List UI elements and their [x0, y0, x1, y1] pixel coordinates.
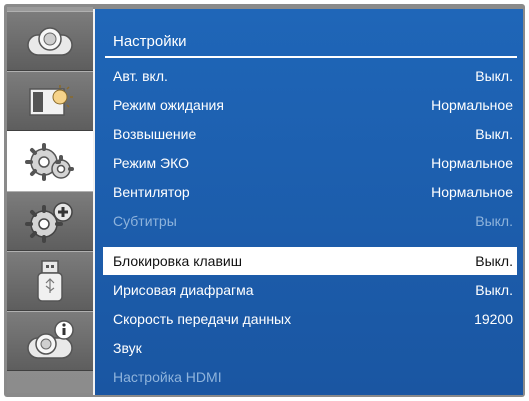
display-adjust-icon [29, 85, 73, 116]
menu-item-label: Ирисовая диафрагма [113, 282, 254, 298]
menu-item-label: Субтитры [113, 213, 177, 229]
menu-item-label: Звук [113, 340, 142, 356]
menu-item-label: Авт. вкл. [113, 68, 168, 84]
menu-item-baud-rate[interactable]: Скорость передачи данных 19200 [103, 305, 517, 333]
menu-item-fan[interactable]: Вентилятор Нормальное [103, 178, 517, 206]
tab-information[interactable] [7, 311, 93, 371]
menu-item-value: Нормальное [431, 184, 513, 200]
menu-item-eco-mode[interactable]: Режим ЭКО Нормальное [103, 149, 517, 177]
menu-item-label: Блокировка клавиш [113, 253, 242, 269]
title-divider [105, 56, 517, 58]
menu-item-label: Скорость передачи данных [113, 311, 292, 327]
menu-item-label: Возвышение [113, 126, 197, 142]
menu-item-label: Режим ЭКО [113, 155, 190, 171]
menu-title: Настройки [113, 33, 187, 50]
menu-item-standby-mode[interactable]: Режим ожидания Нормальное [103, 91, 517, 119]
menu-item-value: Выкл. [475, 213, 513, 229]
settings-menu-panel: Настройки Авт. вкл. Выкл. Режим ожидания… [93, 9, 523, 395]
usb-icon [37, 260, 63, 302]
tab-extended-settings[interactable] [7, 191, 93, 251]
menu-item-label: Настройка HDMI [113, 369, 222, 385]
tab-image[interactable] [7, 11, 93, 71]
menu-item-value: 19200 [474, 311, 513, 327]
menu-item-subtitles: Субтитры Выкл. [103, 207, 517, 235]
menu-item-auto-power-on[interactable]: Авт. вкл. Выкл. [103, 62, 517, 90]
menu-item-high-altitude[interactable]: Возвышение Выкл. [103, 120, 517, 148]
menu-item-value: Нормальное [431, 97, 513, 113]
menu-item-key-lock[interactable]: Блокировка клавиш Выкл. [103, 247, 517, 275]
tab-settings[interactable] [7, 131, 93, 191]
menu-item-value: Выкл. [475, 68, 513, 84]
menu-item-value: Нормальное [431, 155, 513, 171]
menu-item-hdmi-setup: Настройка HDMI [103, 363, 517, 391]
projector-icon [27, 27, 73, 56]
tab-display[interactable] [7, 71, 93, 131]
tab-usb[interactable] [7, 251, 93, 311]
menu-item-label: Вентилятор [113, 184, 190, 200]
menu-item-iris[interactable]: Ирисовая диафрагма Выкл. [103, 276, 517, 304]
menu-item-value: Выкл. [475, 253, 513, 269]
extended-settings-icon [25, 202, 73, 243]
projector-info-icon [27, 320, 74, 359]
menu-item-label: Режим ожидания [113, 97, 224, 113]
menu-item-value: Выкл. [475, 282, 513, 298]
settings-gears-icon [25, 143, 74, 181]
menu-item-sound[interactable]: Звук [103, 334, 517, 362]
menu-item-value: Выкл. [475, 126, 513, 142]
